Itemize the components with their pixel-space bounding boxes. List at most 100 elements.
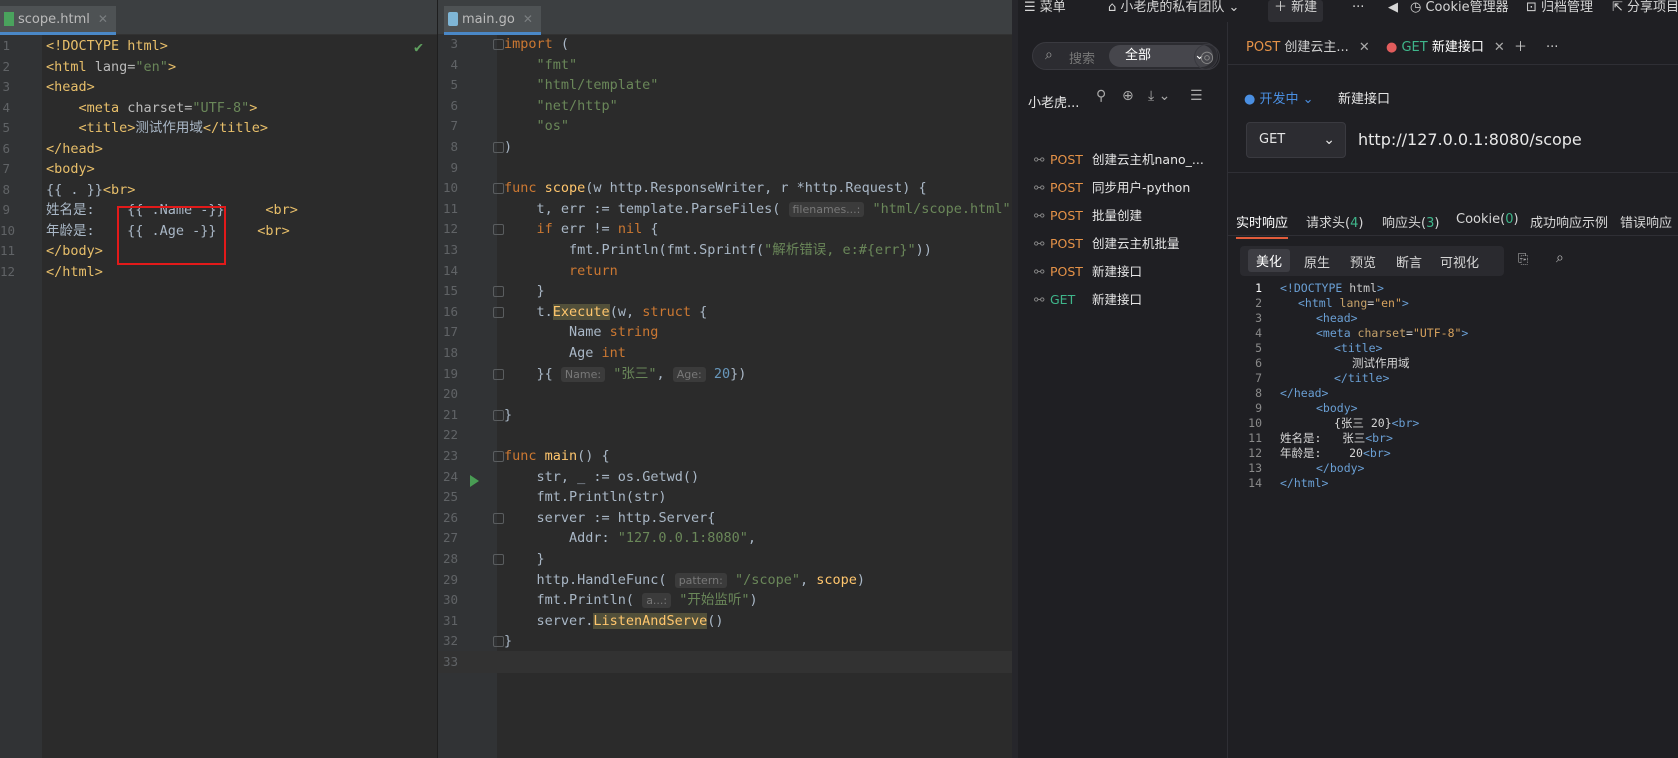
token: "en"	[135, 58, 168, 75]
copy-icon[interactable]: ⎘	[1518, 252, 1528, 267]
env-selector[interactable]: ● 开发中 ⌄	[1244, 92, 1314, 107]
line-number: 8	[450, 139, 458, 154]
token: func	[504, 448, 545, 464]
new-button[interactable]: ＋ 新建	[1268, 0, 1324, 22]
response-tab[interactable]: 错误响应	[1620, 212, 1672, 231]
response-tab[interactable]: 响应头(3)	[1382, 212, 1439, 231]
method-select[interactable]: GET ⌄	[1246, 122, 1346, 158]
view-mode-button[interactable]: 预览	[1350, 252, 1376, 271]
code-area[interactable]: 3 import (4 "fmt" 5 "html/template" 6 "net/…	[438, 35, 1012, 758]
token: nil	[617, 221, 651, 238]
fold-marker-icon[interactable]	[493, 39, 504, 50]
code-text: t.Execute(w, struct {	[504, 301, 707, 323]
cookie-manager-button[interactable]: ◷ Cookie管理器	[1410, 0, 1509, 22]
fold-marker-icon[interactable]	[493, 368, 504, 380]
add-tab-icon[interactable]: ＋	[1514, 36, 1527, 60]
token: <br>	[1365, 431, 1393, 445]
team-selector[interactable]: ⌂ 小老虎的私有团队 ⌄	[1108, 0, 1239, 22]
token: import	[504, 36, 561, 52]
more-button[interactable]: ···	[1352, 0, 1364, 22]
token: Println(str)	[569, 489, 667, 506]
fold-marker-icon[interactable]	[493, 409, 504, 421]
more-tabs-icon[interactable]: ···	[1546, 36, 1558, 60]
close-icon[interactable]: ✕	[523, 12, 533, 26]
code-line: 3 import (	[438, 33, 1012, 55]
line-number: 4	[2, 99, 10, 115]
run-icon[interactable]	[470, 475, 479, 487]
response-tab[interactable]: Cookie(0)	[1456, 212, 1519, 227]
token: <html	[1298, 296, 1340, 310]
response-line: 10 {张三 20}<br>	[1228, 415, 1678, 431]
new-folder-icon[interactable]: ⊕	[1122, 88, 1134, 104]
fold-marker-icon[interactable]	[493, 451, 504, 462]
menu-button[interactable]: ☰ 菜单	[1024, 0, 1066, 22]
api-list-item[interactable]: ⚯ POST 新建接口	[1034, 260, 1224, 284]
fold-marker-icon[interactable]	[493, 306, 504, 318]
code-line: 10 func scope(w http.ResponseWriter, r *h…	[438, 177, 1012, 199]
request-tab[interactable]: ● GET 新建接口 ✕	[1386, 36, 1505, 60]
code-line: 6 "net/http"	[438, 95, 1012, 117]
code-text: fmt.Println(fmt.Sprintf("解析错误, e:#{err}"…	[504, 239, 932, 261]
tab-method: POST	[1246, 40, 1285, 55]
token: <meta	[1316, 326, 1358, 340]
api-list-item[interactable]: ⚯ POST 同步用户-python	[1034, 176, 1224, 200]
token: {张三 20}	[1334, 416, 1392, 430]
fold-marker-icon[interactable]	[493, 554, 504, 565]
collapse-list-icon[interactable]: ☰	[1190, 88, 1203, 104]
fold-marker-icon[interactable]	[493, 636, 504, 648]
token: "开始监听"	[679, 592, 750, 609]
fold-marker-icon[interactable]	[493, 512, 504, 524]
request-tab[interactable]: POST 创建云主... ✕	[1246, 36, 1370, 60]
code-area[interactable]: 1 <!DOCTYPE html> 2 <html lang="en"> 3 <head>…	[0, 35, 437, 758]
token: ResponseWriter, r *	[650, 180, 805, 197]
token: >	[1401, 296, 1409, 310]
url-input[interactable]: http://127.0.0.1:8080/scope	[1358, 122, 1582, 158]
fold-marker-icon[interactable]	[493, 286, 504, 298]
response-tab[interactable]: 成功响应示例	[1530, 212, 1608, 231]
close-icon[interactable]: ✕	[98, 12, 108, 26]
unsaved-dot-icon: ●	[1386, 40, 1402, 55]
search-input[interactable]: 搜索	[1069, 48, 1095, 67]
token: return	[569, 262, 618, 279]
response-body[interactable]: 1 <!DOCTYPE html> 2 <html lang="en"> 3 <head>…	[1228, 280, 1678, 758]
response-tab[interactable]: 请求头(4)	[1306, 212, 1363, 231]
token: scope	[816, 571, 857, 588]
view-mode-button[interactable]: 断言	[1396, 252, 1422, 271]
response-line: 3 <head>	[1228, 310, 1678, 326]
import-icon[interactable]: ⤓ ⌄	[1148, 88, 1170, 104]
api-list-item[interactable]: ⚯ POST 创建云主机批量	[1034, 232, 1224, 256]
code-text: str, _ := os.Getwd()	[504, 466, 700, 488]
fold-marker-icon[interactable]	[493, 224, 504, 236]
token: ,	[800, 571, 817, 588]
response-tab[interactable]: 实时响应	[1236, 212, 1289, 239]
fold-marker-icon[interactable]	[493, 183, 504, 195]
search-icon[interactable]: ⌕	[1556, 250, 1564, 266]
close-icon[interactable]: ✕	[1359, 40, 1370, 55]
token: {	[699, 303, 708, 320]
response-line: 4 <meta charset="UTF-8">	[1228, 325, 1678, 341]
code-text: }{ Name: "张三", Age: 20})	[504, 363, 746, 386]
code-line: 21}	[438, 404, 1012, 426]
token: "en"	[1374, 296, 1402, 310]
tab-scope-html[interactable]: scope.html ✕	[0, 6, 116, 35]
code-line: 20	[438, 383, 1012, 405]
request-name[interactable]: 新建接口	[1338, 88, 1390, 107]
close-icon[interactable]: ✕	[1494, 40, 1505, 55]
search-box[interactable]: ⌕ 搜索 全部 ⌄	[1032, 42, 1218, 70]
token: }	[504, 283, 545, 300]
tab-label: 成功响应示例	[1530, 216, 1609, 231]
api-list-item[interactable]: ⚯ GET 新建接口	[1034, 288, 1224, 312]
view-mode-button[interactable]: 可视化	[1440, 252, 1479, 271]
share-link-icon[interactable]: ⚲	[1096, 88, 1106, 104]
view-mode-button[interactable]: 原生	[1304, 252, 1330, 271]
api-list-item[interactable]: ⚯ POST 批量创建	[1034, 204, 1224, 228]
tab-main-go[interactable]: main.go ✕	[444, 6, 541, 35]
share-button[interactable]: ⇱ 分享项目	[1612, 0, 1678, 22]
view-mode-button[interactable]: 美化	[1248, 249, 1291, 272]
api-list-item[interactable]: ⚯ POST 创建云主机nano_...	[1034, 148, 1224, 172]
fold-marker-icon[interactable]	[493, 142, 504, 153]
locate-icon[interactable]: ◎	[1194, 44, 1220, 70]
collapse-icon[interactable]: ◀	[1388, 0, 1398, 22]
archive-button[interactable]: ⊡ 归档管理	[1526, 0, 1593, 22]
